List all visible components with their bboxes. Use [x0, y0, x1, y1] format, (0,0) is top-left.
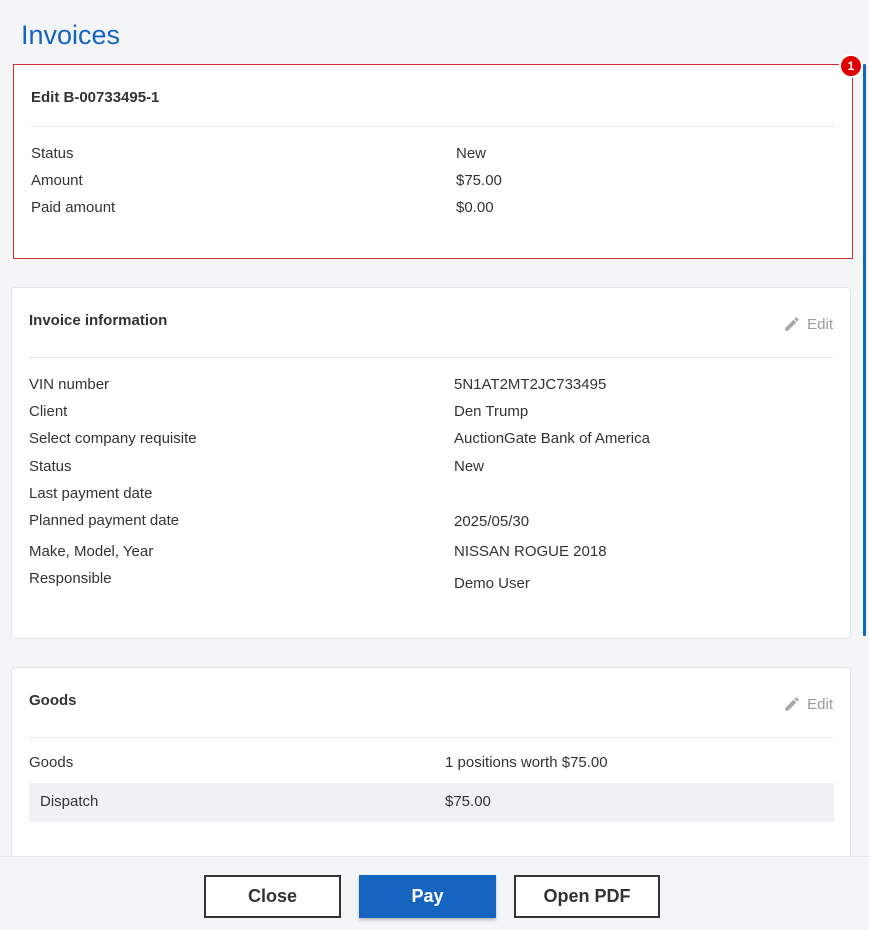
invoice-information-card: Invoice information Edit VIN number 5N1A… [11, 287, 851, 639]
goods-item-label: Dispatch [40, 793, 99, 810]
summary-label: Status [31, 145, 74, 162]
info-label: Last payment date [29, 485, 153, 502]
info-value: 5N1AT2MT2JC733495 [454, 376, 607, 393]
goods-card: Goods Edit Goods 1 positions worth $75.0… [11, 667, 851, 867]
invoice-information-title: Invoice information [29, 312, 168, 329]
page-title: Invoices [21, 20, 121, 50]
edit-label: Edit [807, 695, 833, 713]
info-value: 2025/05/30 [454, 513, 530, 530]
edit-label: Edit [807, 315, 833, 333]
pencil-icon [785, 317, 799, 331]
open-pdf-button[interactable]: Open PDF [514, 875, 660, 918]
summary-label: Paid amount [31, 199, 116, 216]
goods-summary-row: Goods 1 positions worth $75.00 [29, 744, 834, 783]
info-value: AuctionGate Bank of America [454, 430, 650, 447]
close-button[interactable]: Close [204, 875, 341, 918]
summary-card-header: Edit B-00733495-1 [31, 65, 835, 127]
summary-value: New [456, 145, 487, 162]
info-value: Demo User [454, 575, 530, 592]
annotation-badge: 1 [839, 54, 863, 78]
info-label: Make, Model, Year [29, 543, 154, 560]
pay-button[interactable]: Pay [359, 875, 496, 918]
goods-item-row[interactable]: Dispatch $75.00 [29, 783, 834, 822]
pencil-icon [785, 697, 799, 711]
summary-card: Edit B-00733495-1 Status New Amount $75.… [13, 64, 853, 259]
goods-title: Goods [29, 692, 77, 709]
invoice-information-edit-button[interactable]: Edit [783, 315, 833, 333]
info-label: VIN number [29, 376, 110, 393]
goods-edit-button[interactable]: Edit [783, 695, 833, 713]
info-label: Planned payment date [29, 512, 180, 529]
summary-value: $0.00 [456, 199, 494, 216]
info-value: Den Trump [454, 403, 529, 420]
invoice-information-header: Invoice information Edit [29, 288, 833, 358]
info-value: NISSAN ROGUE 2018 [454, 543, 607, 560]
info-value: New [454, 458, 485, 475]
info-label: Status [29, 458, 72, 475]
goods-value: 1 positions worth $75.00 [445, 754, 608, 771]
summary-value: $75.00 [456, 172, 502, 189]
goods-label: Goods [29, 754, 74, 771]
goods-item-value: $75.00 [445, 793, 491, 810]
summary-card-title: Edit B-00733495-1 [31, 89, 160, 106]
invoice-edit-page: Invoices Edit B-00733495-1 Status New Am… [0, 0, 869, 930]
info-label: Responsible [29, 570, 112, 587]
scrollbar[interactable] [863, 64, 866, 636]
goods-header: Goods Edit [29, 668, 833, 738]
action-footer: Close Pay Open PDF [0, 856, 869, 930]
summary-label: Amount [31, 172, 83, 189]
info-label: Select company requisite [29, 430, 197, 447]
info-label: Client [29, 403, 68, 420]
